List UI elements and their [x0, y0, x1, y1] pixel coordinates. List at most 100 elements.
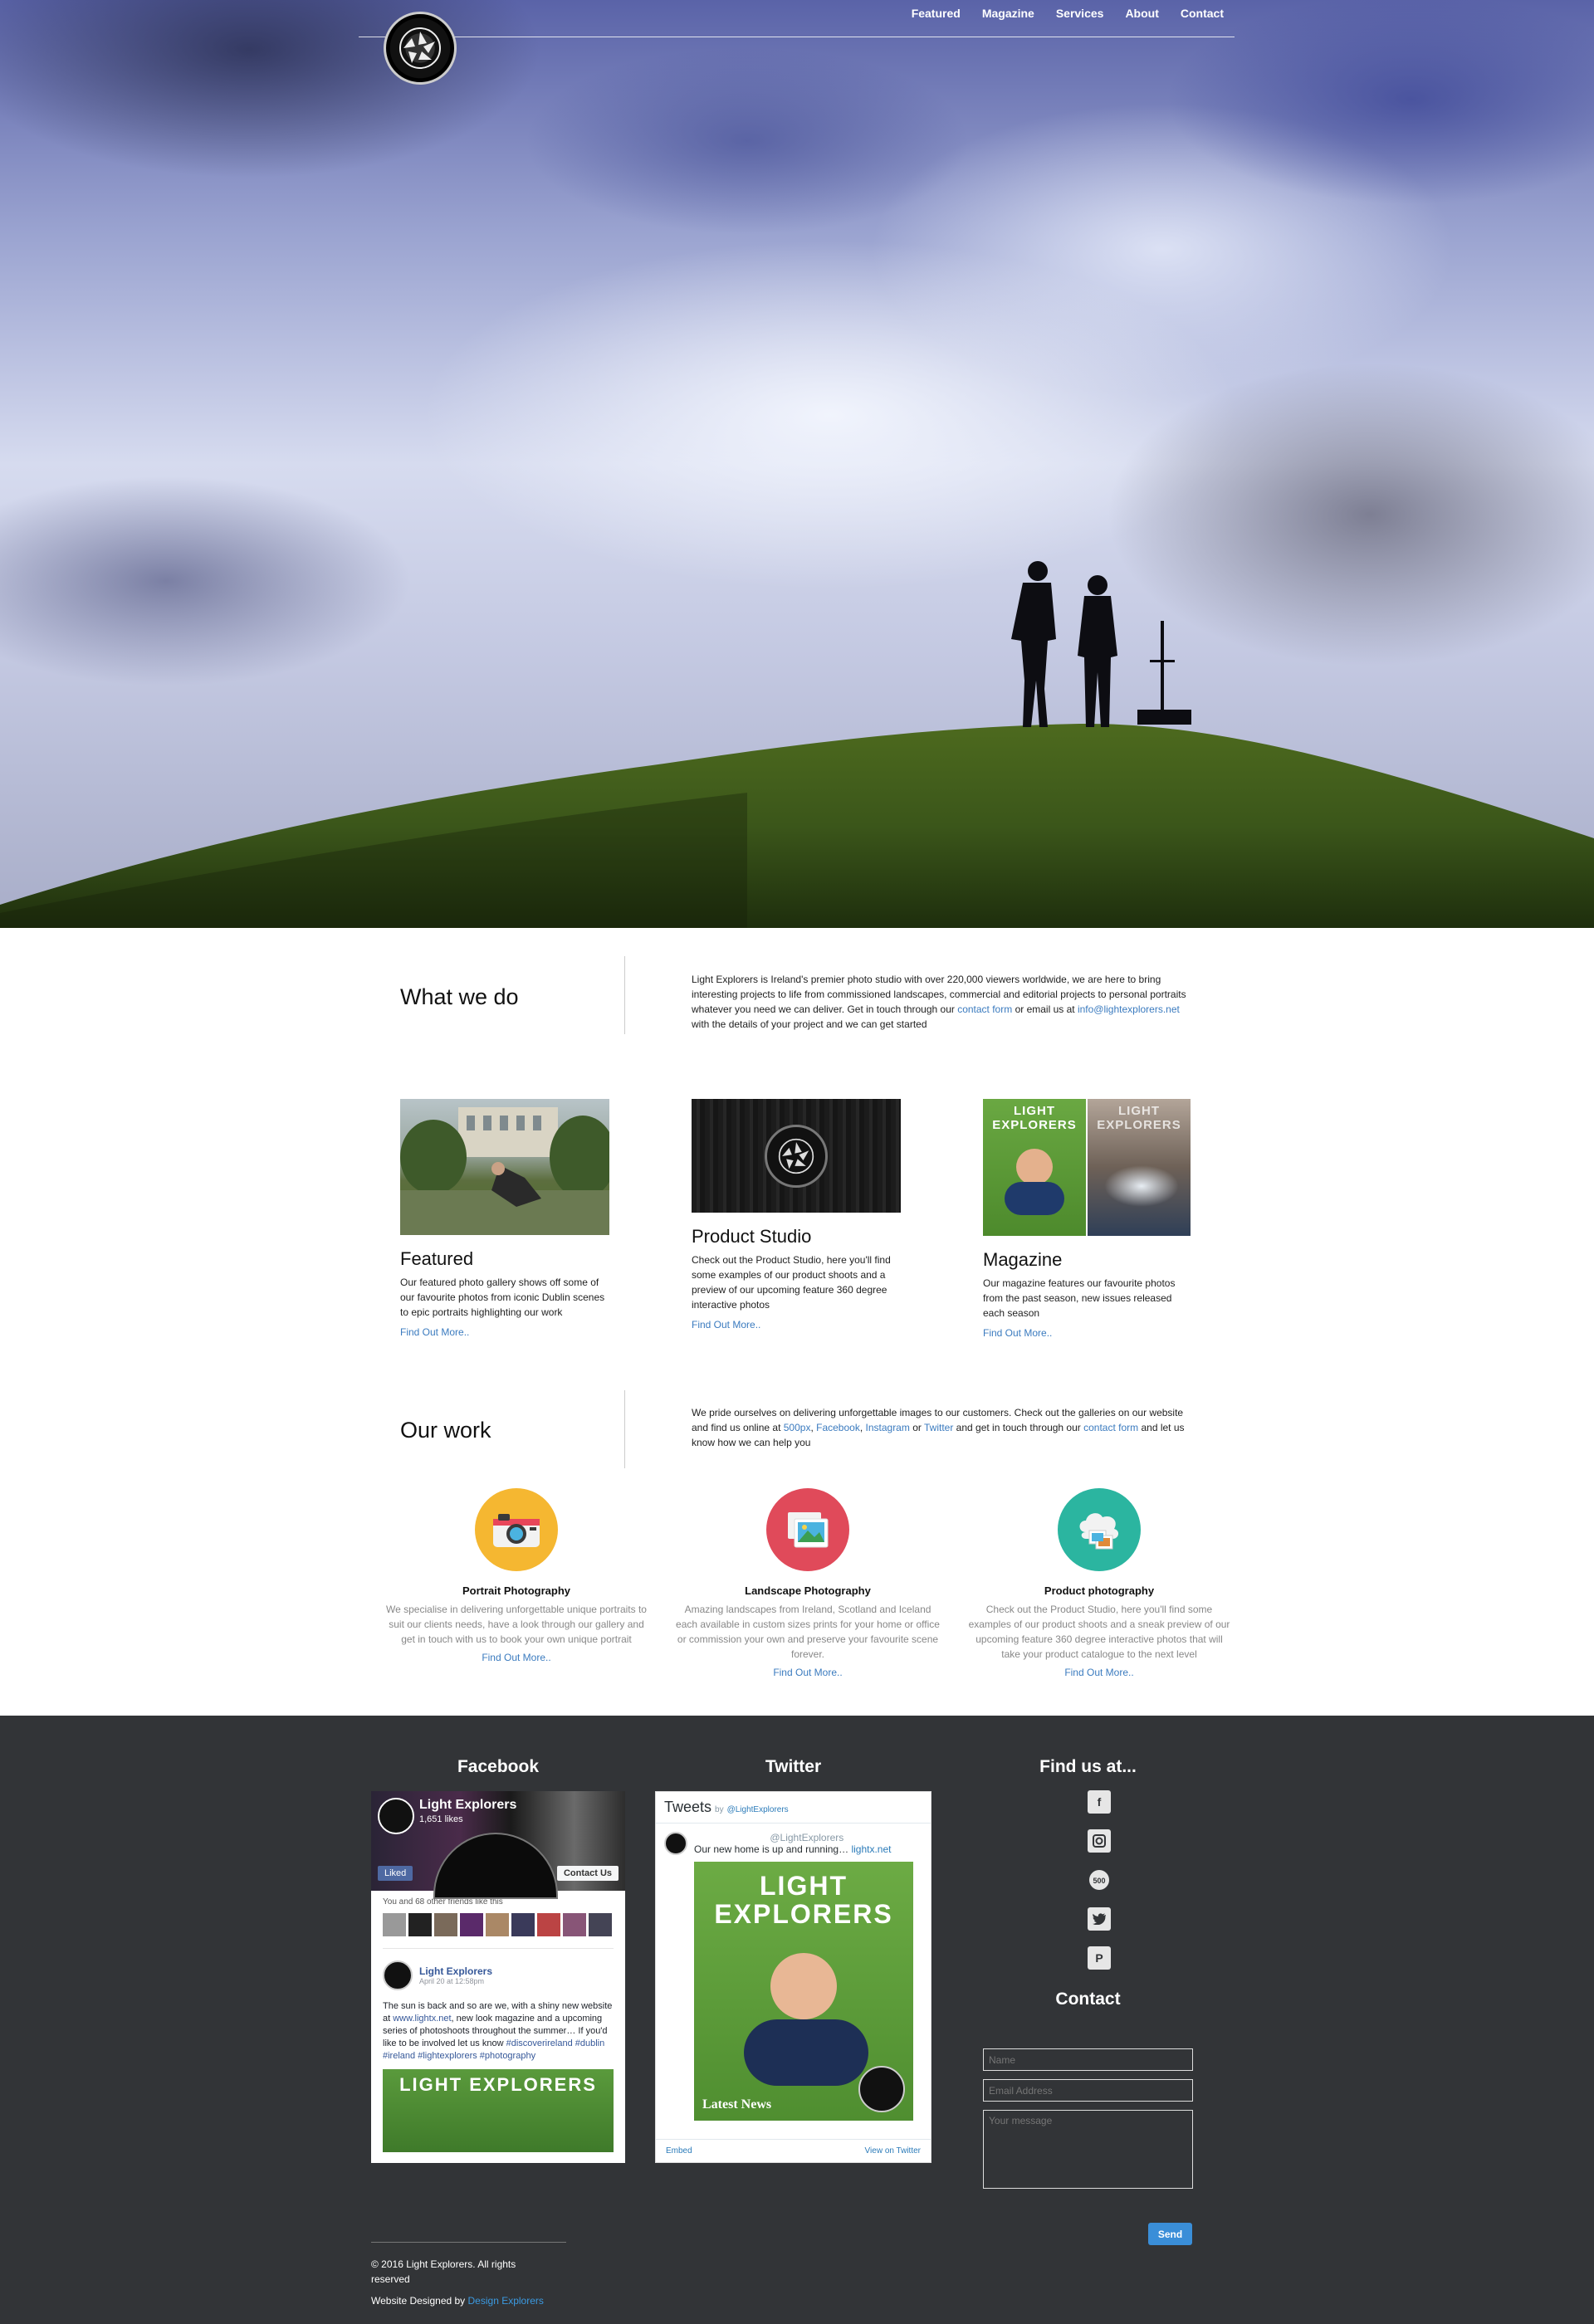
tw-avatar [664, 1832, 687, 1855]
name-field[interactable] [983, 2048, 1193, 2071]
email-link[interactable]: info@lightexplorers.net [1078, 1003, 1180, 1015]
tw-header: Tweets by @LightExplorers [656, 1792, 931, 1824]
main-nav: Featured Magazine Services About Contact [912, 7, 1224, 20]
service-text: Amazing landscapes from Ireland, Scotlan… [676, 1604, 940, 1660]
nav-magazine[interactable]: Magazine [982, 7, 1034, 20]
instagram-link[interactable]: Instagram [866, 1422, 910, 1433]
service-title: Portrait Photography [462, 1584, 570, 1597]
fb-friend-avatars [371, 1913, 625, 1936]
product-studio-thumbnail[interactable] [692, 1099, 901, 1213]
our-work-title: Our work [400, 1418, 491, 1443]
facebook-page-widget[interactable]: Light Explorers 1,651 likes Liked Contac… [371, 1791, 625, 2163]
twitter-timeline-widget[interactable]: Tweets by @LightExplorers Light Explorer… [655, 1791, 931, 2163]
tw-tweet-image[interactable]: LIGHT EXPLORERS Latest News [694, 1862, 913, 2121]
tw-footer: Embed View on Twitter [656, 2139, 931, 2162]
work-text: We pride ourselves on delivering unforge… [692, 1407, 1185, 1448]
nav-services[interactable]: Services [1056, 7, 1104, 20]
magazine-thumbnail[interactable]: LIGHT EXPLORERS LIGHT EXPLORERS [983, 1099, 1192, 1236]
instagram-icon[interactable] [1088, 1829, 1111, 1853]
500px-icon[interactable]: 500 [1088, 1868, 1111, 1892]
picture-icon[interactable] [766, 1488, 849, 1571]
site-logo[interactable] [384, 12, 457, 85]
fb-post: Light Explorers April 20 at 12:58pm The … [383, 1948, 614, 2152]
twitter-title: Twitter [765, 1757, 822, 1776]
card-title: Featured [400, 1248, 474, 1269]
fb-post-avatar [383, 1960, 413, 1990]
find-out-more-link[interactable]: Find Out More.. [384, 1652, 649, 1663]
studio-logo [765, 1124, 828, 1188]
fb-cover-logo [433, 1833, 558, 1899]
email-field[interactable] [983, 2079, 1193, 2102]
about-text: Light Explorers is Ireland's premier pho… [692, 974, 1186, 1030]
service-text: Check out the Product Studio, here you'l… [968, 1604, 1230, 1660]
magazine-cover-2: LIGHT EXPLORERS [1088, 1099, 1191, 1236]
card-text: Our magazine features our favourite phot… [983, 1277, 1176, 1319]
fb-post-image[interactable]: LIGHT EXPLORERS [383, 2069, 614, 2152]
aperture-icon [778, 1138, 814, 1174]
fb-page-name[interactable]: Light Explorers [419, 1798, 516, 1813]
card-title: Product Studio [692, 1226, 812, 1247]
tw-embed-link[interactable]: Embed [666, 2146, 692, 2156]
fb-post-date: April 20 at 12:58pm [419, 1977, 485, 1985]
what-we-do-title: What we do [400, 984, 519, 1009]
fb-post-author[interactable]: Light Explorers [419, 1965, 492, 1977]
contact-title: Contact [1055, 1990, 1121, 2009]
send-button[interactable]: Send [1148, 2223, 1192, 2245]
card-title: Magazine [983, 1249, 1063, 1270]
camera-icon[interactable] [475, 1488, 558, 1571]
hero-banner: Featured Magazine Services About Contact [0, 0, 1594, 928]
find-out-more-link[interactable]: Find Out More.. [983, 1327, 1199, 1339]
contact-form-link[interactable]: contact form [1083, 1422, 1138, 1433]
cloud-gallery-icon[interactable] [1058, 1488, 1141, 1571]
aperture-icon [399, 27, 441, 69]
fb-likes-count: 1,651 likes [419, 1814, 463, 1824]
service-landscape: Landscape Photography Amazing landscapes… [675, 1488, 941, 1678]
product-studio-card: Product Studio Check out the Product Stu… [692, 1099, 907, 1330]
designer-link[interactable]: Design Explorers [468, 2295, 544, 2307]
find-us-title: Find us at... [1039, 1757, 1137, 1776]
section-divider [624, 956, 625, 1034]
nav-featured[interactable]: Featured [912, 7, 961, 20]
tw-author[interactable]: Light Explorers [694, 1832, 767, 1843]
message-field[interactable] [983, 2110, 1193, 2189]
nav-contact[interactable]: Contact [1181, 7, 1224, 20]
pinterest-icon[interactable]: P [1088, 1946, 1111, 1970]
contact-form-link[interactable]: contact form [957, 1003, 1012, 1015]
500px-link[interactable]: 500px [784, 1422, 811, 1433]
fb-contact-button[interactable]: Contact Us [556, 1866, 619, 1881]
find-out-more-link[interactable]: Find Out More.. [675, 1667, 941, 1678]
dancer-photo [400, 1107, 609, 1235]
card-text: Our featured photo gallery shows off som… [400, 1277, 605, 1318]
magazine-cover-1: LIGHT EXPLORERS [983, 1099, 1086, 1236]
facebook-icon[interactable]: f [1088, 1790, 1111, 1814]
fb-liked-button[interactable]: Liked [378, 1866, 413, 1881]
fb-post-link[interactable]: www.lightx.net [393, 2014, 451, 2024]
card-text: Check out the Product Studio, here you'l… [692, 1254, 891, 1311]
featured-thumbnail[interactable] [400, 1099, 609, 1235]
service-portrait: Portrait Photography We specialise in de… [384, 1488, 649, 1663]
find-out-more-link[interactable]: Find Out More.. [692, 1319, 907, 1330]
nav-about[interactable]: About [1125, 7, 1158, 20]
service-title: Product photography [1044, 1584, 1155, 1597]
section-divider [624, 1390, 625, 1468]
tw-tweet-link[interactable]: lightx.net [851, 1843, 891, 1855]
find-out-more-link[interactable]: Find Out More.. [966, 1667, 1232, 1678]
twitter-link[interactable]: Twitter [924, 1422, 953, 1433]
fb-post-text: The sun is back and so are we, with a sh… [383, 2001, 613, 2061]
tw-view-link[interactable]: View on Twitter [865, 2146, 921, 2156]
fb-avatar [378, 1798, 414, 1834]
find-out-more-link[interactable]: Find Out More.. [400, 1326, 616, 1338]
magazine-card: LIGHT EXPLORERS LIGHT EXPLORERS Magazine… [983, 1099, 1199, 1339]
svg-text:500: 500 [1093, 1877, 1105, 1885]
hill-silhouette-image [0, 561, 1594, 928]
service-text: We specialise in delivering unforgettabl… [386, 1604, 647, 1645]
footer-divider [371, 2242, 566, 2243]
service-product: Product photography Check out the Produc… [966, 1488, 1232, 1678]
featured-card: Featured Our featured photo gallery show… [400, 1099, 616, 1338]
facebook-link[interactable]: Facebook [816, 1422, 860, 1433]
copyright-text: © 2016 Light Explorers. All rights reser… [371, 2258, 516, 2285]
service-title: Landscape Photography [745, 1584, 871, 1597]
tw-handle-link[interactable]: @LightExplorers [727, 1805, 789, 1814]
site-footer: Facebook Twitter Find us at... Light Exp… [0, 1716, 1594, 2324]
twitter-icon[interactable] [1088, 1907, 1111, 1931]
